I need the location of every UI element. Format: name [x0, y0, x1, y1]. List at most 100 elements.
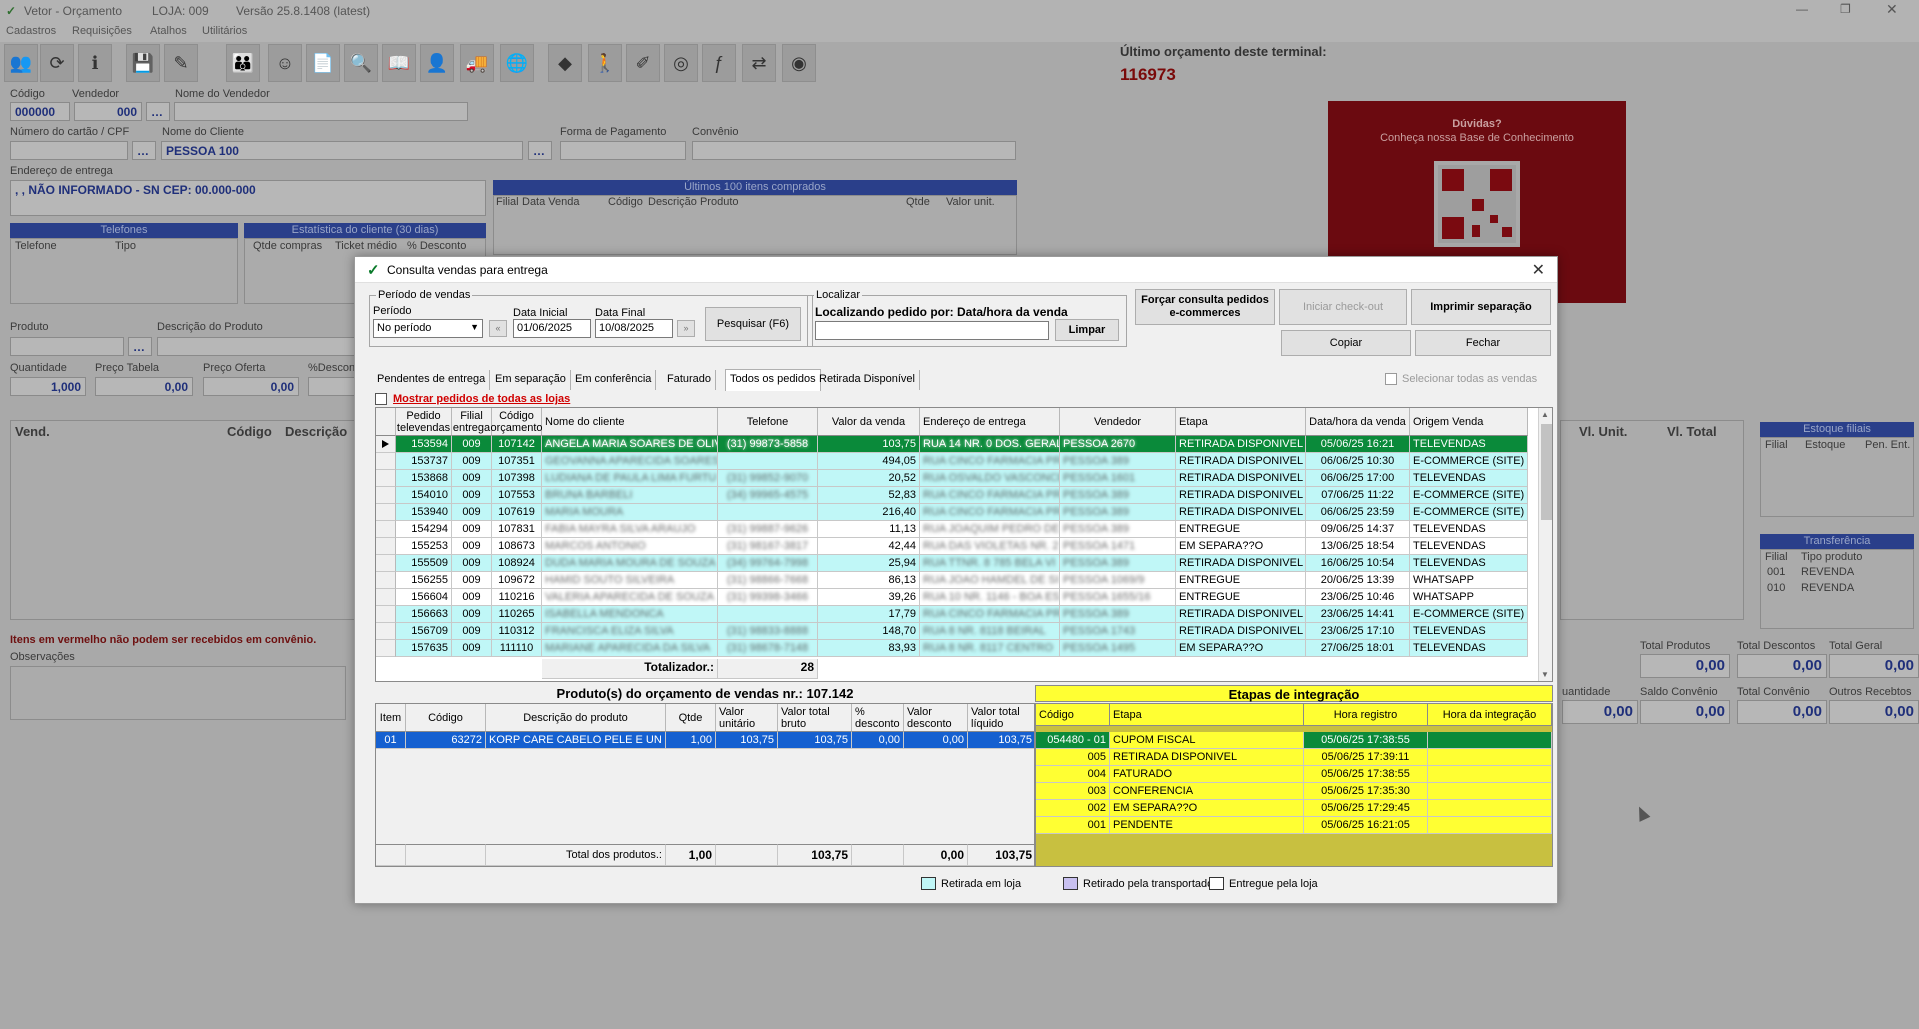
preco-oferta-field[interactable]: 0,00	[203, 377, 299, 396]
order-row[interactable]: 153737 009 107351 GEOVANNA APARECIDA SOARES…	[376, 453, 1528, 470]
etapa-row[interactable]: 003 CONFERENCIA 05/06/25 17:35:30	[1036, 783, 1552, 800]
etapa-row[interactable]: 001 PENDENTE 05/06/25 16:21:05	[1036, 817, 1552, 834]
circle-icon[interactable]: ◉	[782, 44, 816, 82]
produtos-grid[interactable]: Item Código Descrição do produto Qtde Valor …	[375, 703, 1035, 867]
codigo-field[interactable]: 000000	[10, 102, 70, 121]
data-final-field[interactable]: 10/08/2025	[595, 319, 673, 338]
order-row[interactable]: 154294 009 107831 FABIA MAYRA SILVA ARAUJO(…	[376, 521, 1528, 538]
orders-grid[interactable]: Pedido televendas Filial entrega Código or…	[375, 407, 1553, 682]
prod-column-header[interactable]: % desconto	[852, 704, 904, 732]
prod-column-header[interactable]: Valor desconto	[904, 704, 968, 732]
person-icon[interactable]: 👤	[420, 44, 454, 82]
pesquisar-button[interactable]: Pesquisar (F6)	[705, 307, 801, 341]
convenio-select[interactable]	[692, 141, 1016, 160]
next-period-button[interactable]: »	[677, 320, 695, 337]
forcar-consulta-button[interactable]: Forçar consulta pedidos e-commerces	[1135, 289, 1275, 325]
order-row[interactable]: 156604 009 110216 VALERIA APARECIDA DE SOUZ…	[376, 589, 1528, 606]
cartao-field[interactable]	[10, 141, 128, 160]
observacoes-field[interactable]	[10, 666, 346, 720]
column-header[interactable]: Valor da venda	[818, 408, 920, 436]
search-icon[interactable]: 🔍	[344, 44, 378, 82]
sync-icon[interactable]: ⇄	[742, 44, 776, 82]
column-header[interactable]: Etapa	[1176, 408, 1306, 436]
scroll-thumb[interactable]	[1541, 424, 1552, 520]
edit-icon[interactable]: ✎	[164, 44, 198, 82]
cartao-lookup-button[interactable]: …	[132, 141, 156, 160]
tab-faturado[interactable]: Faturado	[663, 370, 717, 390]
periodo-select[interactable]: No período ▼	[373, 319, 483, 338]
menu-atalhos[interactable]: Atalhos	[150, 25, 187, 37]
etapa-row[interactable]: 002 EM SEPARA??O 05/06/25 17:29:45	[1036, 800, 1552, 817]
flag-icon[interactable]: ◆	[548, 44, 582, 82]
info-icon[interactable]: ℹ	[78, 44, 112, 82]
etapas-column-header[interactable]: Hora da integração	[1428, 704, 1552, 726]
nome-vendedor-field[interactable]	[174, 102, 468, 121]
items-grid[interactable]: Vend. Código Descrição	[10, 420, 356, 620]
etapa-row[interactable]: 054480 - 01 CUPOM FISCAL 05/06/25 17:38:55	[1036, 732, 1552, 749]
delivery-icon[interactable]: 🚚	[460, 44, 494, 82]
endereco-field[interactable]: , , NÃO INFORMADO - SN CEP: 00.000-000	[10, 180, 486, 216]
order-row[interactable]: 153940 009 107619 MARIA MOURA 216,40 RUA CINC…	[376, 504, 1528, 521]
prev-period-button[interactable]: «	[489, 320, 507, 337]
target-icon[interactable]: ◎	[664, 44, 698, 82]
column-header[interactable]: Data/hora da venda	[1306, 408, 1410, 436]
close-icon[interactable]: ✕	[1886, 1, 1898, 18]
orders-scrollbar[interactable]: ▲ ▼	[1538, 408, 1552, 681]
tab-pendentes[interactable]: Pendentes de entrega	[373, 370, 491, 390]
prod-column-header[interactable]: Item	[376, 704, 406, 732]
ultimos-itens-grid[interactable]: Filial Data Venda Código Descrição Produ…	[493, 195, 1017, 255]
etapas-column-header[interactable]: Código	[1036, 704, 1110, 726]
prod-column-header[interactable]: Valor total bruto	[778, 704, 852, 732]
etapa-row[interactable]: 004 FATURADO 05/06/25 17:38:55	[1036, 766, 1552, 783]
prod-column-header[interactable]: Descrição do produto	[486, 704, 666, 732]
refresh-icon[interactable]: ⟳	[40, 44, 74, 82]
desconto-field[interactable]	[308, 377, 356, 396]
vendedor-field[interactable]: 000	[74, 102, 142, 121]
customer-icon[interactable]: ☺	[268, 44, 302, 82]
etapa-row[interactable]: 005 RETIRADA DISPONIVEL 05/06/25 17:39:11	[1036, 749, 1552, 766]
etapas-column-header[interactable]: Hora registro	[1304, 704, 1428, 726]
column-header[interactable]: Pedido televendas	[396, 408, 452, 436]
people-icon[interactable]: 👪	[226, 44, 260, 82]
scroll-up-icon[interactable]: ▲	[1541, 410, 1549, 419]
globe-icon[interactable]: 🌐	[500, 44, 534, 82]
product-row[interactable]: 01 63272 KORP CARE CABELO PELE E UN 1,00 103…	[376, 732, 1034, 749]
transferencia-grid[interactable]: Filial Tipo produto 001 REVENDA 010 REVE…	[1760, 549, 1914, 629]
menu-utilitarios[interactable]: Utilitários	[202, 25, 247, 37]
column-header[interactable]: Nome do cliente	[542, 408, 718, 436]
save-icon[interactable]: 💾	[126, 44, 160, 82]
vendedor-lookup-button[interactable]: …	[146, 102, 170, 121]
descricao-produto-field[interactable]	[157, 337, 357, 356]
imprimir-separacao-button[interactable]: Imprimir separação	[1411, 289, 1551, 325]
users-icon[interactable]: 👥	[4, 44, 38, 82]
order-row[interactable]: 155509 009 108924 DUDA MARIA MOURA DE SOUZA…	[376, 555, 1528, 572]
order-row[interactable]: 153594 009 107142 ANGELA MARIA SOARES DE OL…	[376, 436, 1528, 453]
order-row[interactable]: 154010 009 107553 BRUNA BARBELI (34) 99965-4…	[376, 487, 1528, 504]
cliente-lookup-button[interactable]: …	[528, 141, 552, 160]
order-row[interactable]: 155253 009 108673 MARCOS ANTONIO (31) 98167-…	[376, 538, 1528, 555]
prod-column-header[interactable]: Qtde	[666, 704, 716, 732]
iniciar-checkout-button[interactable]: Iniciar check-out	[1279, 289, 1407, 325]
prod-column-header[interactable]: Valor total líquido	[968, 704, 1034, 732]
menu-requisicoes[interactable]: Requisições	[72, 25, 132, 37]
tab-retirada-disponivel[interactable]: Retirada Disponível	[815, 370, 920, 390]
order-row[interactable]: 156663 009 110265 ISABELLA MENDONCA 17,79 RUA…	[376, 606, 1528, 623]
minimize-icon[interactable]: —	[1796, 2, 1808, 16]
produto-field[interactable]	[10, 337, 124, 356]
estoque-filiais-grid[interactable]: Filial Estoque Pen. Ent.	[1760, 437, 1914, 517]
order-row[interactable]: 156255 009 109672 HAMID SOUTO SILVEIRA (31) …	[376, 572, 1528, 589]
nome-cliente-field[interactable]: PESSOA 100	[161, 141, 523, 160]
order-row[interactable]: 153868 009 107398 LUDIANA DE PAULA LIMA FUR…	[376, 470, 1528, 487]
book-icon[interactable]: 📖	[382, 44, 416, 82]
column-header[interactable]: Origem Venda	[1410, 408, 1528, 436]
walker-icon[interactable]: 🚶	[588, 44, 622, 82]
document-icon[interactable]: 📄	[306, 44, 340, 82]
column-header[interactable]: Código orçamento	[491, 408, 543, 436]
telefones-grid[interactable]: Telefone Tipo	[10, 238, 238, 304]
etapas-column-header[interactable]: Etapa	[1110, 704, 1304, 726]
localizar-input[interactable]	[815, 321, 1049, 340]
prod-column-header[interactable]: Código	[406, 704, 486, 732]
preco-tabela-field[interactable]: 0,00	[95, 377, 193, 396]
produto-lookup-button[interactable]: …	[128, 337, 152, 356]
forma-pagamento-select[interactable]	[560, 141, 686, 160]
